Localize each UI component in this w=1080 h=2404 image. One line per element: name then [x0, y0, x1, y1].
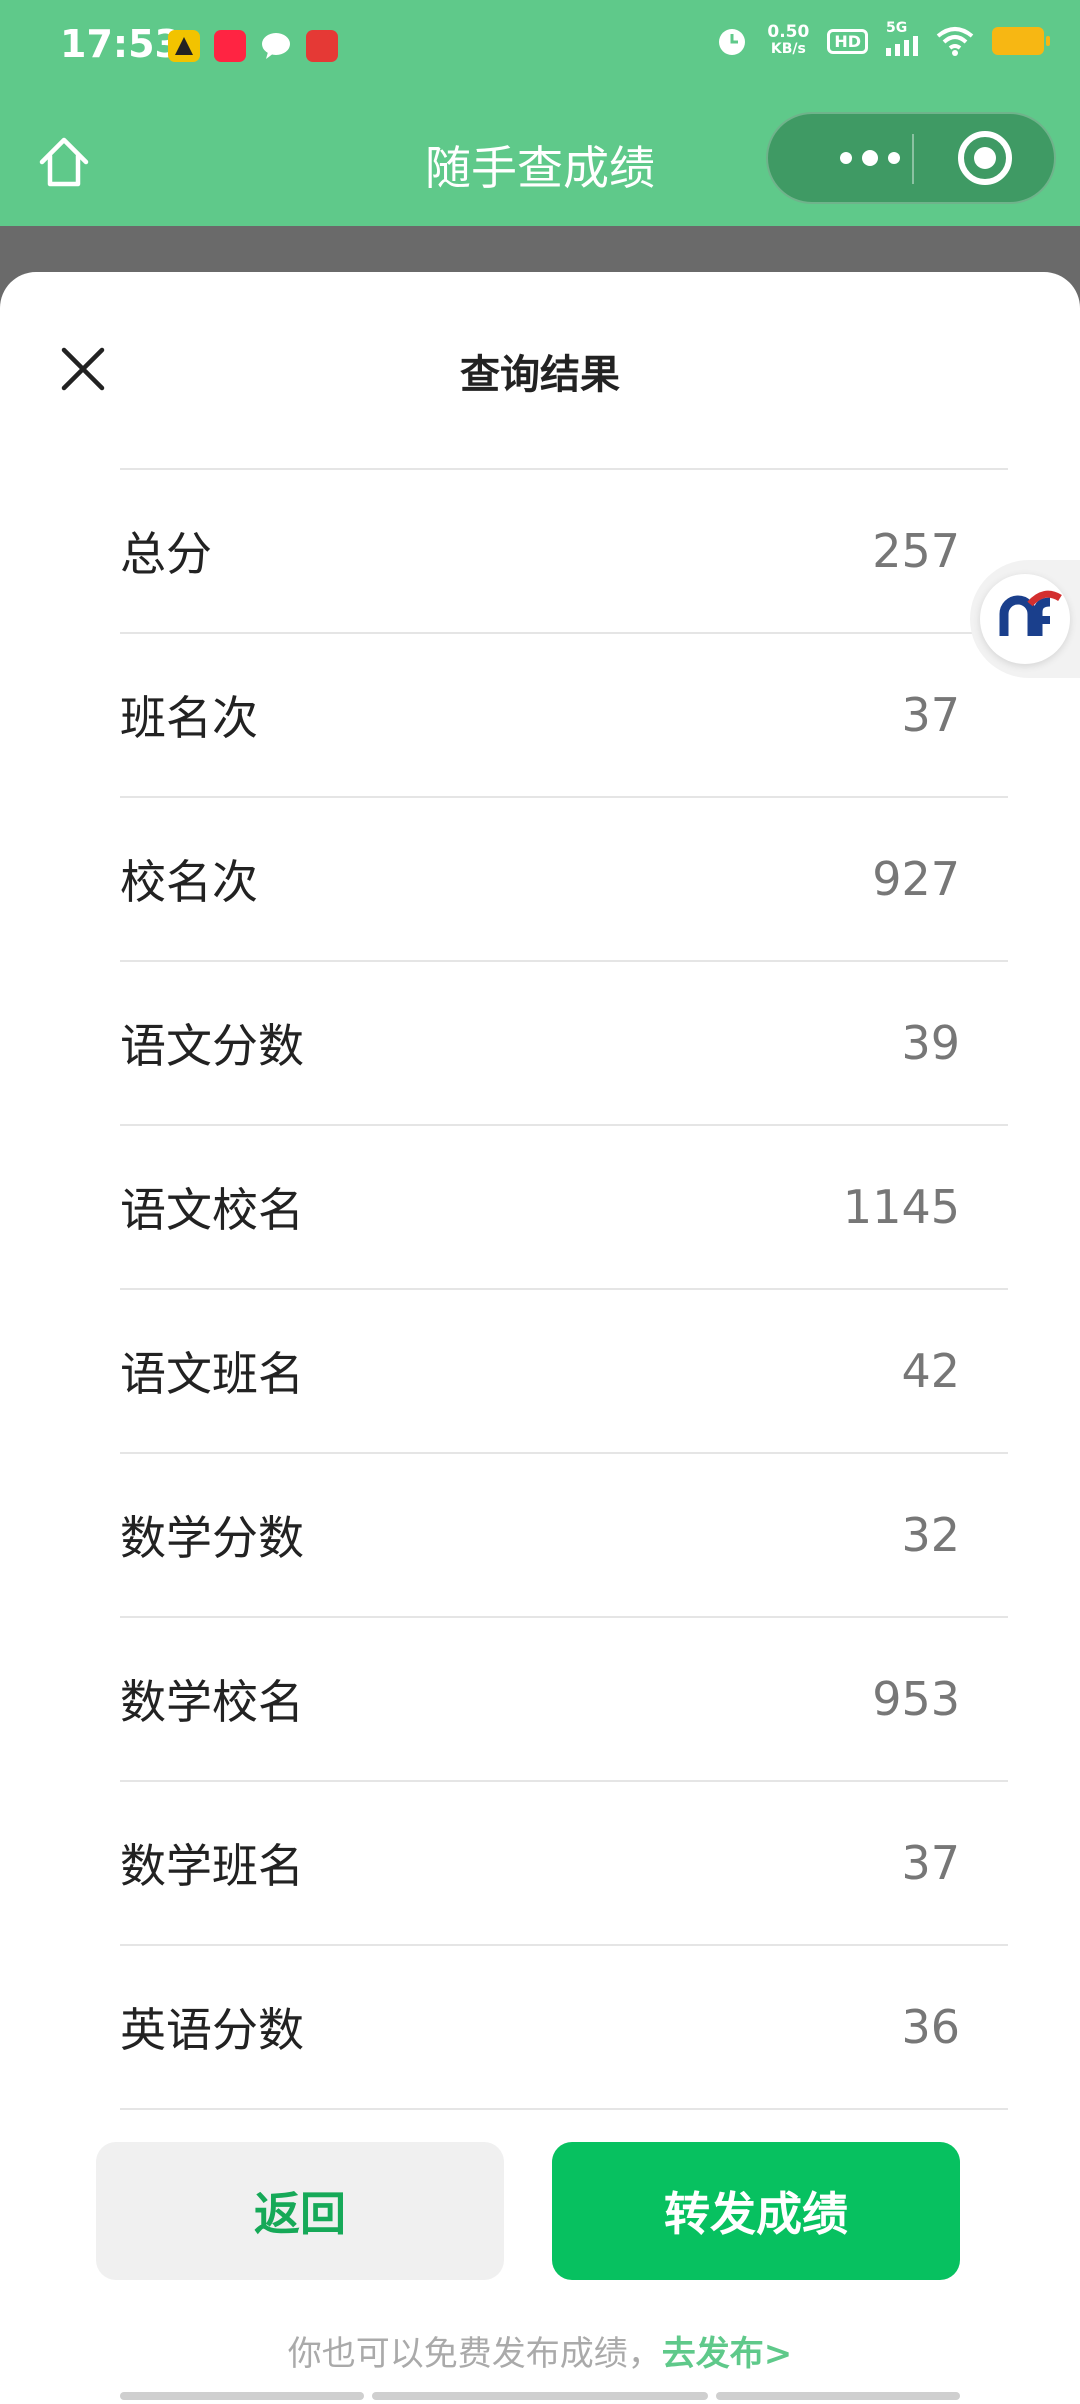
- cellular-signal-icon: 5G: [886, 20, 918, 56]
- score-value: 37: [901, 688, 960, 742]
- bottom-scroll-indicator: [372, 2392, 708, 2400]
- score-label: 语文分数: [120, 1019, 304, 1073]
- hd-badge: HD: [827, 28, 868, 54]
- score-value: 36: [901, 2000, 960, 2054]
- publish-hint-text: 你也可以免费发布成绩，: [287, 2334, 662, 2374]
- sheet-title: 查询结果: [460, 352, 620, 398]
- status-time: 17:53: [60, 22, 181, 66]
- navigation-app-icon: [168, 30, 200, 62]
- net-speed-value: 0.50: [767, 22, 810, 42]
- bottom-scroll-indicator: [716, 2392, 960, 2400]
- score-value: 927: [872, 852, 960, 906]
- score-value: 32: [901, 1508, 960, 1562]
- score-row: 校名次 927: [120, 798, 1008, 962]
- score-row: 总分 257: [120, 470, 1008, 634]
- score-row: 数学班名 37: [120, 1782, 1008, 1946]
- assistant-logo-icon: [980, 574, 1070, 664]
- score-value: 1145: [842, 1180, 960, 1234]
- more-dots-icon: [840, 152, 852, 164]
- score-label: 数学分数: [120, 1511, 304, 1565]
- close-miniprogram-button[interactable]: [958, 131, 1012, 185]
- score-label: 语文校名: [120, 1183, 304, 1237]
- bottom-scroll-indicator: [120, 2392, 364, 2400]
- score-row: 英语分数 36: [120, 1946, 1008, 2110]
- capsule-divider: [912, 134, 914, 184]
- xiaohongshu-app-icon: [214, 30, 246, 62]
- score-label: 校名次: [120, 855, 258, 909]
- score-label: 语文班名: [120, 1347, 304, 1401]
- score-label: 数学班名: [120, 1839, 304, 1893]
- publish-hint: 你也可以免费发布成绩，去发布>: [0, 2326, 1080, 2375]
- alarm-icon: [719, 29, 746, 55]
- score-row: 语文校名 1145: [120, 1126, 1008, 1290]
- score-value: 42: [901, 1344, 960, 1398]
- share-score-button[interactable]: 转发成绩: [552, 2142, 960, 2280]
- back-button[interactable]: 返回: [96, 2142, 504, 2280]
- capsule-menu: [766, 112, 1056, 204]
- score-row: 语文班名 42: [120, 1290, 1008, 1454]
- score-row: 班名次 37: [120, 634, 1008, 798]
- network-type: 5G: [886, 20, 908, 36]
- status-app-icons: [168, 30, 338, 62]
- score-label: 英语分数: [120, 2003, 304, 2057]
- net-speed: 0.50 KB/s: [767, 24, 809, 58]
- score-value: 37: [901, 1836, 960, 1890]
- net-speed-unit: KB/s: [770, 41, 806, 57]
- score-value: 39: [901, 1016, 960, 1070]
- score-value: 953: [872, 1672, 960, 1726]
- score-list: 总分 257 班名次 37 校名次 927 语文分数 39 语文校名 1145 …: [120, 468, 1008, 2110]
- score-row: 数学校名 953: [120, 1618, 1008, 1782]
- publish-link[interactable]: 去发布>: [662, 2334, 793, 2374]
- mini-program-navbar: 随手查成绩: [0, 96, 1080, 226]
- floating-assistant-button[interactable]: [970, 560, 1080, 678]
- wifi-icon: [936, 27, 974, 56]
- app-notification-icon: [306, 30, 338, 62]
- score-row: 数学分数 32: [120, 1454, 1008, 1618]
- score-label: 总分: [120, 527, 212, 581]
- score-row: 语文分数 39: [120, 962, 1008, 1126]
- score-label: 数学校名: [120, 1675, 304, 1729]
- status-right-group: 0.50 KB/s HD 5G: [715, 20, 1050, 58]
- query-result-sheet: 查询结果 总分 257 班名次 37 校名次 927 语文分数 39 语文校名 …: [0, 272, 1080, 2404]
- wechat-app-icon: [260, 30, 292, 62]
- battery-icon: [992, 27, 1050, 55]
- status-bar: 17:53 0.50 KB/s HD 5G: [0, 0, 1080, 96]
- score-value: 257: [872, 524, 960, 578]
- score-label: 班名次: [120, 691, 258, 745]
